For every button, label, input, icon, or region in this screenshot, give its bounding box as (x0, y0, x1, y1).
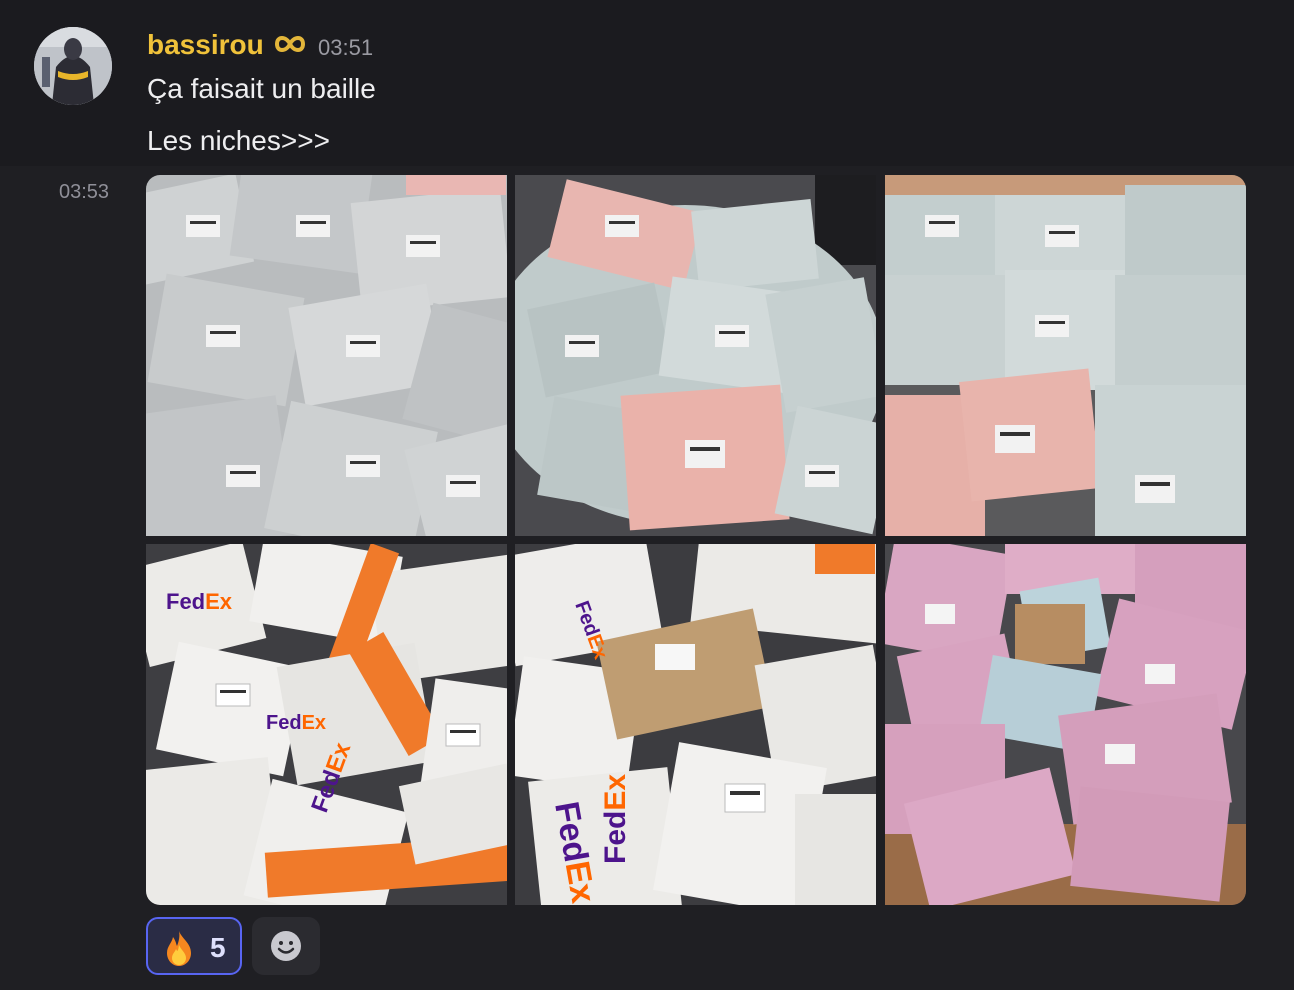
fire-icon (160, 929, 198, 967)
message-line-1: Ça faisait un baille (147, 73, 376, 104)
svg-text:FedEx: FedEx (166, 589, 233, 614)
gallery-image-1[interactable] (146, 175, 507, 536)
message-line-2: Les niches>>> (147, 125, 330, 156)
svg-text:FedEx: FedEx (599, 774, 632, 864)
user-avatar[interactable] (34, 27, 112, 105)
gallery-image-6[interactable] (885, 544, 1246, 905)
infinity-icon (274, 33, 306, 55)
svg-text:FedEx: FedEx (266, 712, 326, 734)
message-timestamp[interactable]: 03:51 (318, 35, 373, 61)
gallery-image-2[interactable] (515, 175, 876, 536)
gallery-image-3[interactable] (885, 175, 1246, 536)
add-reaction-button[interactable] (252, 917, 320, 975)
smiley-add-icon (271, 931, 301, 961)
attachment-timestamp[interactable]: 03:53 (59, 180, 109, 204)
gallery-image-4[interactable]: FedEx FedEx FedEx (146, 544, 507, 905)
gallery-image-5[interactable]: FedEx FedEx FedEx (515, 544, 876, 905)
username[interactable]: bassirou (147, 28, 264, 62)
reaction-count: 5 (210, 932, 226, 963)
reaction-fire[interactable]: 5 (146, 917, 242, 975)
image-gallery: FedEx FedEx FedEx FedEx FedEx FedEx (146, 175, 1246, 905)
